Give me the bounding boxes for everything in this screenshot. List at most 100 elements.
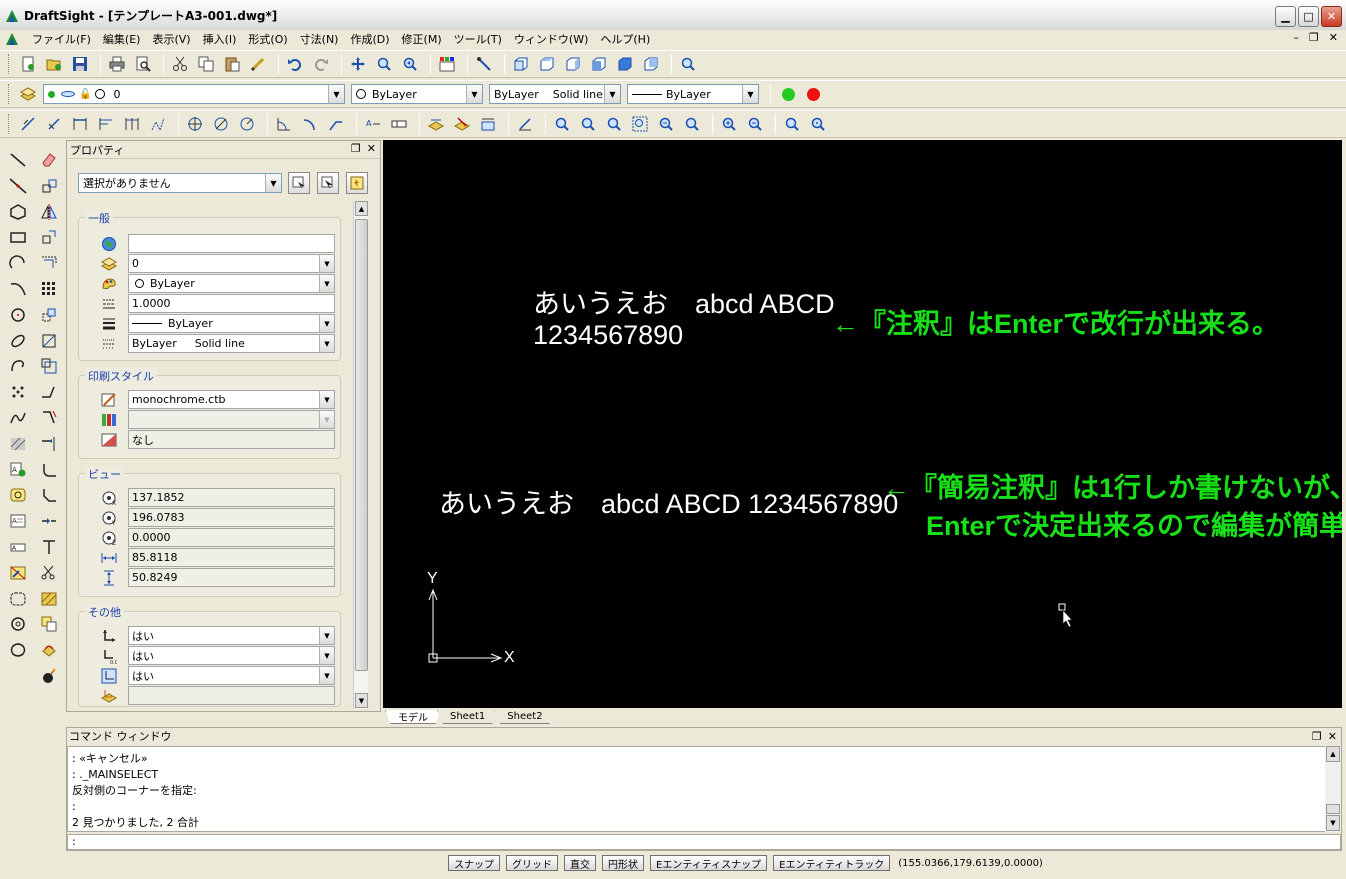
hatch-icon[interactable]: [7, 432, 29, 456]
tab-sheet2[interactable]: Sheet2: [494, 710, 556, 724]
dim-override-icon[interactable]: [451, 113, 473, 135]
selection-combo[interactable]: 選択がありません ▼: [78, 173, 282, 193]
color-field[interactable]: ByLayer ▼: [128, 274, 335, 293]
chevron-down-icon[interactable]: ▼: [319, 667, 334, 684]
document-icon[interactable]: [4, 31, 20, 47]
green-status-icon[interactable]: [782, 87, 795, 101]
break-icon[interactable]: [38, 509, 60, 533]
donut-icon[interactable]: [7, 612, 29, 636]
menu-tools[interactable]: ツール(T): [448, 31, 508, 47]
menu-file[interactable]: ファイル(F): [26, 31, 97, 47]
chamfer-icon[interactable]: [38, 483, 60, 507]
chevron-down-icon[interactable]: ▼: [319, 275, 334, 292]
dim-radius-icon[interactable]: [236, 113, 258, 135]
zoom-window-icon[interactable]: [551, 113, 573, 135]
view-front-icon[interactable]: [536, 53, 558, 75]
panel-close-button[interactable]: ✕: [367, 142, 376, 155]
tab-model[interactable]: モデル: [385, 710, 441, 724]
fillet-icon[interactable]: [38, 458, 60, 482]
doc-restore-button[interactable]: ❐: [1309, 31, 1319, 44]
zoom-out-2-icon[interactable]: [744, 113, 766, 135]
trim-icon[interactable]: [38, 406, 60, 430]
dim-edit-text-icon[interactable]: A: [362, 113, 384, 135]
chevron-down-icon[interactable]: ▼: [328, 85, 344, 103]
close-button[interactable]: ✕: [1321, 6, 1342, 27]
ucs-origin-field[interactable]: はい ▼: [128, 646, 335, 665]
zoom-previous-icon[interactable]: [399, 53, 421, 75]
simple-text[interactable]: あいうえお abcd ABCD 1234567890: [439, 482, 898, 521]
zoom-all-icon[interactable]: [681, 113, 703, 135]
revision-cloud-icon[interactable]: [7, 587, 29, 611]
linescale-field[interactable]: 1.0000: [128, 294, 335, 313]
dim-baseline-icon[interactable]: [95, 113, 117, 135]
save-icon[interactable]: [69, 53, 91, 75]
print-table-field[interactable]: monochrome.ctb ▼: [128, 390, 335, 409]
dim-oblique-icon[interactable]: [514, 113, 536, 135]
zoom-center-icon[interactable]: [807, 113, 829, 135]
open-file-icon[interactable]: [43, 53, 65, 75]
dim-continue-icon[interactable]: [121, 113, 143, 135]
extend-icon[interactable]: [38, 432, 60, 456]
group-view-title[interactable]: ビュー: [85, 466, 124, 482]
dim-diameter-icon[interactable]: [210, 113, 232, 135]
command-history[interactable]: : «キャンセル» : ._MAINSELECT 反対側のコーナーを指定: : …: [67, 746, 1327, 832]
stretch-icon[interactable]: [38, 380, 60, 404]
insert-block-icon[interactable]: A: [7, 458, 29, 482]
mtext-line-1[interactable]: あいうえお abcd ABCD: [533, 282, 835, 321]
redo-icon[interactable]: [310, 53, 332, 75]
group-icon[interactable]: [38, 612, 60, 636]
ucs-icon-on-field[interactable]: はい ▼: [128, 626, 335, 645]
toolbar-grip[interactable]: [8, 114, 11, 134]
infinite-line-icon[interactable]: [7, 174, 29, 198]
point-icon[interactable]: [7, 380, 29, 404]
dim-aligned-icon[interactable]: [17, 113, 39, 135]
print-icon[interactable]: [106, 53, 128, 75]
dim-update-icon[interactable]: [477, 113, 499, 135]
bomb-icon[interactable]: [38, 664, 60, 688]
zoom-fit-icon[interactable]: [781, 113, 803, 135]
select-entities-button[interactable]: [317, 172, 339, 194]
chevron-down-icon[interactable]: ▼: [742, 85, 758, 103]
menu-view[interactable]: 表示(V): [146, 31, 196, 47]
zoom-scale-icon[interactable]: [603, 113, 625, 135]
toolbar-grip[interactable]: [8, 54, 11, 74]
copy-entity-icon[interactable]: [38, 174, 60, 198]
leader-icon[interactable]: [325, 113, 347, 135]
doc-minimize-button[interactable]: –: [1293, 31, 1299, 44]
ellipse-icon[interactable]: [7, 329, 29, 353]
line-icon[interactable]: [7, 148, 29, 172]
break-at-point-icon[interactable]: [38, 535, 60, 559]
toolbar-grip[interactable]: [8, 84, 11, 104]
quick-select-button[interactable]: [288, 172, 310, 194]
grid-toggle[interactable]: グリッド: [506, 855, 558, 871]
view-iso-icon[interactable]: [614, 53, 636, 75]
pattern-icon[interactable]: [38, 251, 60, 275]
zoom-in-icon[interactable]: [718, 113, 740, 135]
table-icon[interactable]: [7, 561, 29, 585]
view-right-icon[interactable]: [588, 53, 610, 75]
dim-style-icon[interactable]: [425, 113, 447, 135]
array-icon[interactable]: [38, 277, 60, 301]
arc-3point-icon[interactable]: [7, 277, 29, 301]
tolerance-icon[interactable]: [388, 113, 410, 135]
command-scrollbar[interactable]: ▲ ▼: [1325, 746, 1341, 832]
pan-icon[interactable]: [347, 53, 369, 75]
scroll-up-button[interactable]: ▲: [1326, 746, 1340, 762]
drawing-canvas[interactable]: あいうえお abcd ABCD 1234567890 ←『注釈』はEnterで改…: [383, 140, 1342, 708]
group-general-title[interactable]: 一般: [85, 210, 113, 226]
ucs-per-view-field[interactable]: はい ▼: [128, 666, 335, 685]
lineweight-field[interactable]: ByLayer ▼: [128, 314, 335, 333]
chevron-down-icon[interactable]: ▼: [265, 174, 281, 192]
maximize-button[interactable]: □: [1298, 6, 1319, 27]
move-icon[interactable]: [38, 303, 60, 327]
edit-hatch-icon[interactable]: [38, 587, 60, 611]
explode-icon[interactable]: [38, 561, 60, 585]
group-print-style-title[interactable]: 印刷スタイル: [85, 368, 157, 384]
print-preview-icon[interactable]: [132, 53, 154, 75]
entity-snap-toggle[interactable]: Eエンティティスナップ: [650, 855, 768, 871]
eraser-icon[interactable]: [38, 148, 60, 172]
scroll-up-button[interactable]: ▲: [355, 201, 368, 216]
paste-icon[interactable]: [221, 53, 243, 75]
mtext-line-2[interactable]: 1234567890: [533, 320, 683, 351]
chevron-down-icon[interactable]: ▼: [319, 335, 334, 352]
